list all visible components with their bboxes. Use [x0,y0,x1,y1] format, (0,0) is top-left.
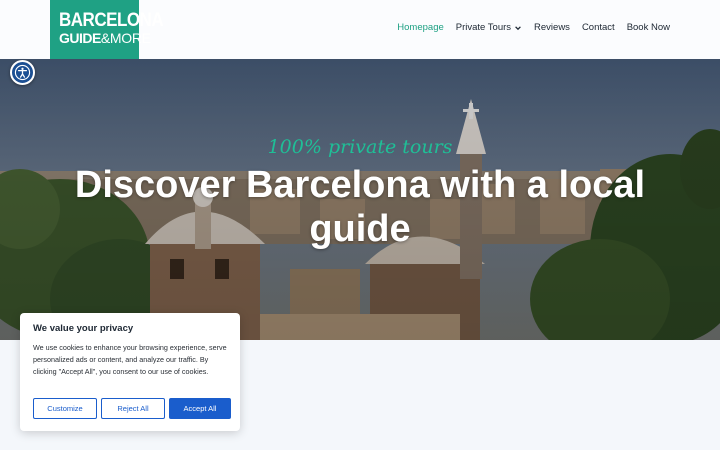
cookie-consent-banner: We value your privacy We use cookies to … [20,313,240,431]
site-header: BARCELONA GUIDE&MORE Homepage Private To… [0,0,720,59]
cookie-title: We value your privacy [33,323,134,334]
chevron-down-icon [515,25,521,30]
nav-label-homepage: Homepage [397,22,444,33]
hero-section: 100% private tours Discover Barcelona wi… [0,59,720,340]
logo-more: &MORE [100,30,151,46]
hero-tagline: 100% private tours [267,136,453,158]
nav-label-reviews: Reviews [534,22,570,33]
accessibility-icon [14,64,31,81]
reject-all-button[interactable]: Reject All [101,398,165,419]
accept-all-button[interactable]: Accept All [169,398,231,419]
nav-item-contact[interactable]: Contact [582,22,615,33]
hero-title: Discover Barcelona with a local guide [74,164,646,250]
logo-line-1: BARCELONA [59,8,164,31]
nav-label-contact: Contact [581,22,615,33]
nav-item-private-tours[interactable]: Private Tours [456,22,522,33]
cookie-text: We use cookies to enhance your browsing … [33,343,227,376]
site-logo[interactable]: BARCELONA GUIDE&MORE [50,0,164,59]
logo-guide: GUIDE [59,30,101,46]
nav-item-reviews[interactable]: Reviews [534,22,570,33]
nav-item-homepage[interactable]: Homepage [397,22,443,33]
nav-label-book-now: Book Now [626,22,670,33]
customize-button[interactable]: Customize [33,398,97,419]
main-nav: Homepage Private Tours Reviews Contact B… [397,22,670,33]
cookie-buttons: Customize Reject All Accept All [33,398,231,419]
logo-line-2: GUIDE&MORE [59,30,151,46]
accessibility-button[interactable] [10,60,35,85]
nav-label-private-tours: Private Tours [455,22,512,33]
nav-item-book-now[interactable]: Book Now [627,22,670,33]
